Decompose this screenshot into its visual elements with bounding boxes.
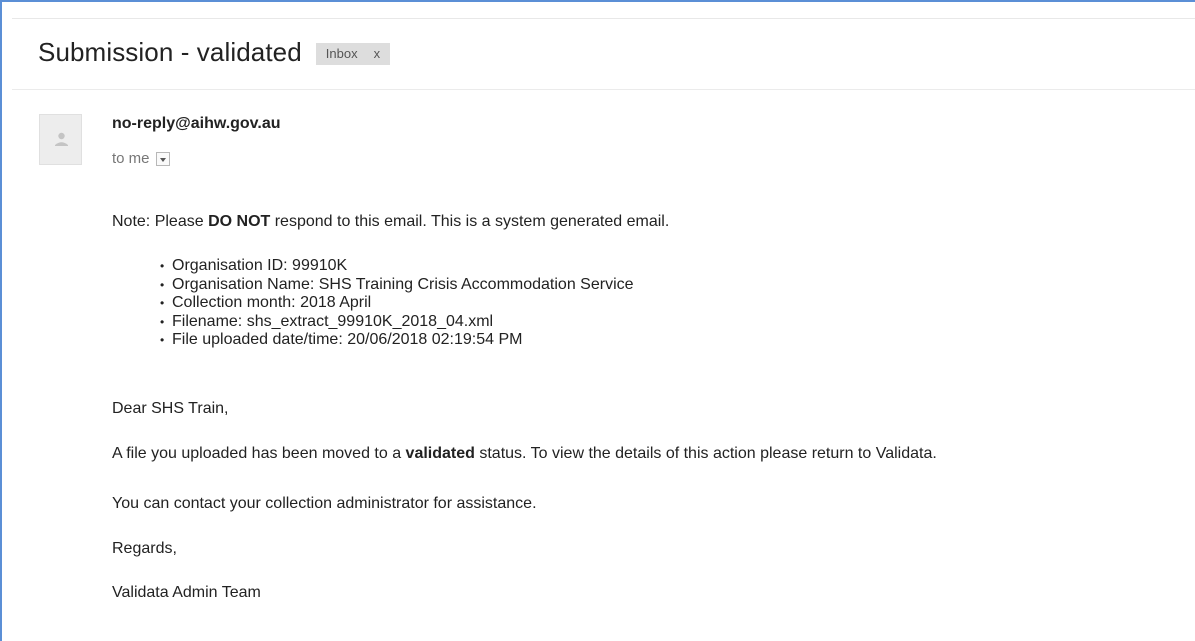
recipient-details-button[interactable] [155, 151, 170, 166]
note-text: Note: Please [112, 213, 209, 230]
email-subject: Submission - validated [38, 36, 302, 67]
signature: Validata Admin Team [112, 584, 261, 601]
sender-address[interactable]: no-reply@aihw.gov.au [112, 115, 281, 133]
status-paragraph: A file you uploaded has been moved to a … [112, 445, 937, 463]
detail-collection-month: Collection month: 2018 April [172, 294, 372, 311]
divider [12, 89, 1195, 90]
note-emphasis: DO NOT [208, 213, 271, 230]
list-item: • Filename: shs_extract_99910K_2018_04.xm… [160, 312, 494, 330]
remove-label-button[interactable]: x [374, 46, 381, 61]
recipient-text: to me [112, 150, 150, 167]
chevron-down-icon [159, 157, 166, 162]
list-item: • Collection month: 2018 April [160, 294, 372, 311]
label-text: Inbox [325, 46, 358, 61]
detail-filename: Filename: shs_extract_99910K_2018_04.xml [172, 312, 494, 330]
status-text: A file you uploaded has been moved to a [112, 445, 406, 462]
list-item: • Organisation Name: SHS Training Crisis … [160, 275, 634, 293]
divider [12, 18, 1195, 19]
status-emphasis: validated [405, 445, 475, 462]
note-text-end: respond to this email. This is a system … [270, 213, 670, 230]
sign-off: Regards, [112, 540, 177, 557]
person-placeholder-icon [55, 132, 68, 146]
detail-upload-datetime: File uploaded date/time: 20/06/2018 02:1… [172, 331, 523, 348]
status-text-end: status. To view the details of this acti… [474, 445, 937, 462]
recipient-row: to me [112, 150, 170, 167]
list-item: • Organisation ID: 99910K [160, 257, 348, 274]
detail-organisation-name: Organisation Name: SHS Training Crisis A… [172, 275, 634, 293]
contact-paragraph: You can contact your collection administ… [112, 495, 537, 512]
submission-details-list: • Organisation ID: 99910K • Organisation N… [160, 257, 634, 350]
detail-organisation-id: Organisation ID: 99910K [172, 257, 348, 274]
greeting: Dear SHS Train, [112, 400, 229, 417]
subject-row: Submission - validated Inbox x [38, 32, 391, 72]
list-item: • File uploaded date/time: 20/06/2018 02:… [160, 331, 523, 348]
note-paragraph: Note: Please DO NOT respond to this emai… [112, 213, 669, 231]
inbox-label-chip[interactable]: Inbox x [315, 43, 391, 65]
email-view: Submission - validated Inbox x no-reply@… [0, 0, 1195, 641]
sender-avatar [39, 114, 82, 165]
